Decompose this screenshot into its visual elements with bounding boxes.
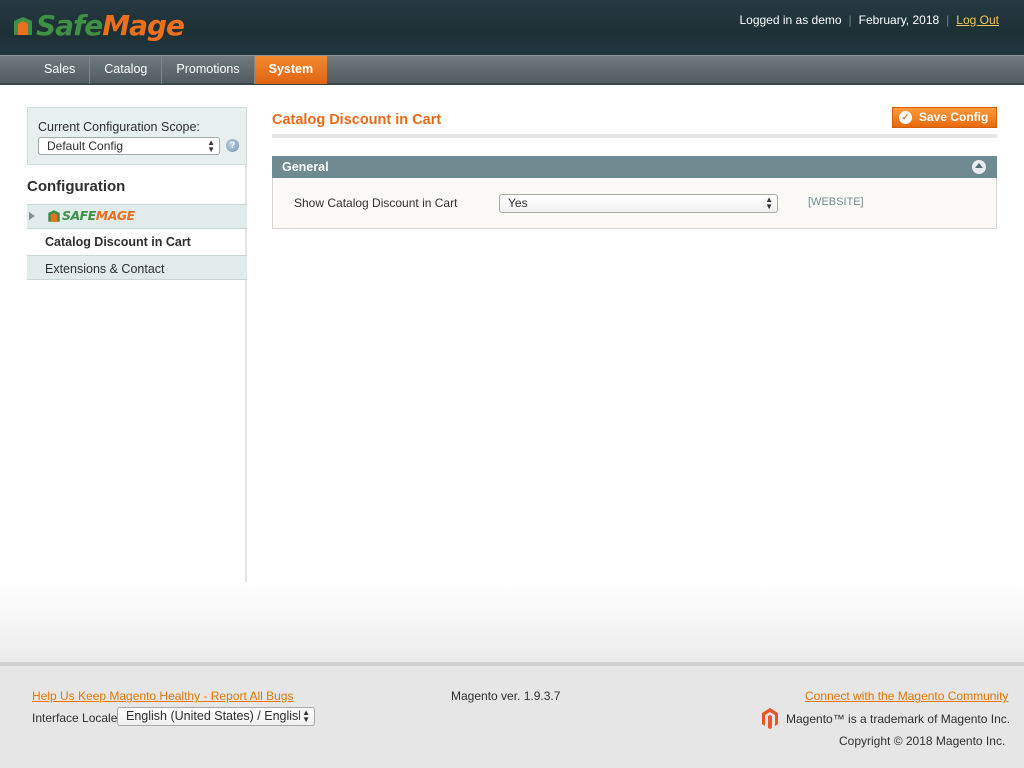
- page-title: Catalog Discount in Cart: [272, 112, 442, 128]
- trademark-text: Magento™ is a trademark of Magento Inc.: [786, 712, 1011, 726]
- locale-select[interactable]: English (United States) / English ▲ ▼: [117, 707, 315, 726]
- report-bugs-link[interactable]: Help Us Keep Magento Healthy - Report Al…: [32, 689, 293, 703]
- main-nav: Sales Catalog Promotions System: [0, 55, 1024, 85]
- safemage-logo-icon: [14, 17, 32, 35]
- locale-label: Interface Locale:: [32, 711, 121, 725]
- nav-item-promotions[interactable]: Promotions: [162, 56, 255, 84]
- safemage-small-logo-icon: [48, 209, 60, 222]
- expand-arrow-icon: [29, 212, 35, 220]
- footer-fade: [0, 582, 1024, 662]
- separator: |: [848, 13, 852, 27]
- show-discount-select[interactable]: Yes ▲ ▼: [499, 194, 778, 213]
- sidebar-item-catalog-discount[interactable]: Catalog Discount in Cart: [45, 235, 191, 249]
- collapse-icon[interactable]: [972, 160, 986, 174]
- group-logo-mage: MAGE: [95, 208, 135, 223]
- scope-select-value: Default Config: [47, 139, 124, 153]
- section-title: General: [282, 160, 329, 174]
- scope-switcher: Current Configuration Scope: Default Con…: [27, 107, 247, 165]
- logo-text-mage: Mage: [102, 9, 185, 42]
- section-body-general: Show Catalog Discount in Cart Yes ▲ ▼ [WE…: [272, 178, 997, 229]
- title-divider: [272, 134, 997, 138]
- header-date: February, 2018: [858, 13, 940, 27]
- community-link[interactable]: Connect with the Magento Community: [805, 689, 1008, 703]
- select-arrows-icon: ▲ ▼: [765, 195, 773, 211]
- save-config-label: Save Config: [919, 110, 989, 124]
- sidebar-item-label: Extensions & Contact: [45, 262, 165, 276]
- sidebar-item-extensions-contact[interactable]: Extensions & Contact: [27, 255, 247, 280]
- logout-link[interactable]: Log Out: [956, 13, 999, 27]
- field-scope-label: [WEBSITE]: [808, 196, 864, 208]
- safemage-group-logo: SAFEMAGE: [47, 208, 135, 223]
- nav-item-catalog[interactable]: Catalog: [90, 56, 163, 84]
- copyright-text: Copyright © 2018 Magento Inc.: [839, 734, 1006, 748]
- nav-item-sales[interactable]: Sales: [30, 56, 91, 84]
- magento-logo-icon: [762, 708, 778, 729]
- help-icon[interactable]: ?: [226, 139, 239, 152]
- field-label-show-discount: Show Catalog Discount in Cart: [294, 196, 458, 210]
- select-arrows-icon: ▲ ▼: [207, 138, 215, 154]
- logo-text-safe: Safe: [36, 9, 103, 42]
- save-config-button[interactable]: ✓ Save Config: [892, 107, 997, 128]
- check-icon: ✓: [899, 111, 912, 124]
- section-header-general[interactable]: General: [272, 156, 997, 178]
- scope-label: Current Configuration Scope:: [38, 120, 200, 134]
- header-user-info: Logged in as demo | February, 2018 | Log…: [739, 13, 999, 27]
- logged-in-text: Logged in as demo: [739, 13, 842, 27]
- magento-version: Magento ver. 1.9.3.7: [451, 689, 561, 703]
- nav-item-system[interactable]: System: [254, 56, 328, 84]
- sidebar-group-safemage[interactable]: SAFEMAGE: [27, 204, 247, 229]
- group-logo-safe: SAFE: [62, 208, 96, 223]
- configuration-heading: Configuration: [27, 178, 126, 195]
- scope-select[interactable]: Default Config ▲ ▼: [38, 137, 220, 155]
- show-discount-value: Yes: [508, 196, 528, 210]
- separator: |: [946, 13, 950, 27]
- admin-header: SafeMage Logged in as demo | February, 2…: [0, 0, 1024, 55]
- admin-footer: Help Us Keep Magento Healthy - Report Al…: [0, 662, 1024, 768]
- select-arrows-icon: ▲ ▼: [300, 708, 310, 724]
- safemage-logo[interactable]: SafeMage: [12, 9, 185, 43]
- locale-select-value: English (United States) / English: [126, 709, 306, 723]
